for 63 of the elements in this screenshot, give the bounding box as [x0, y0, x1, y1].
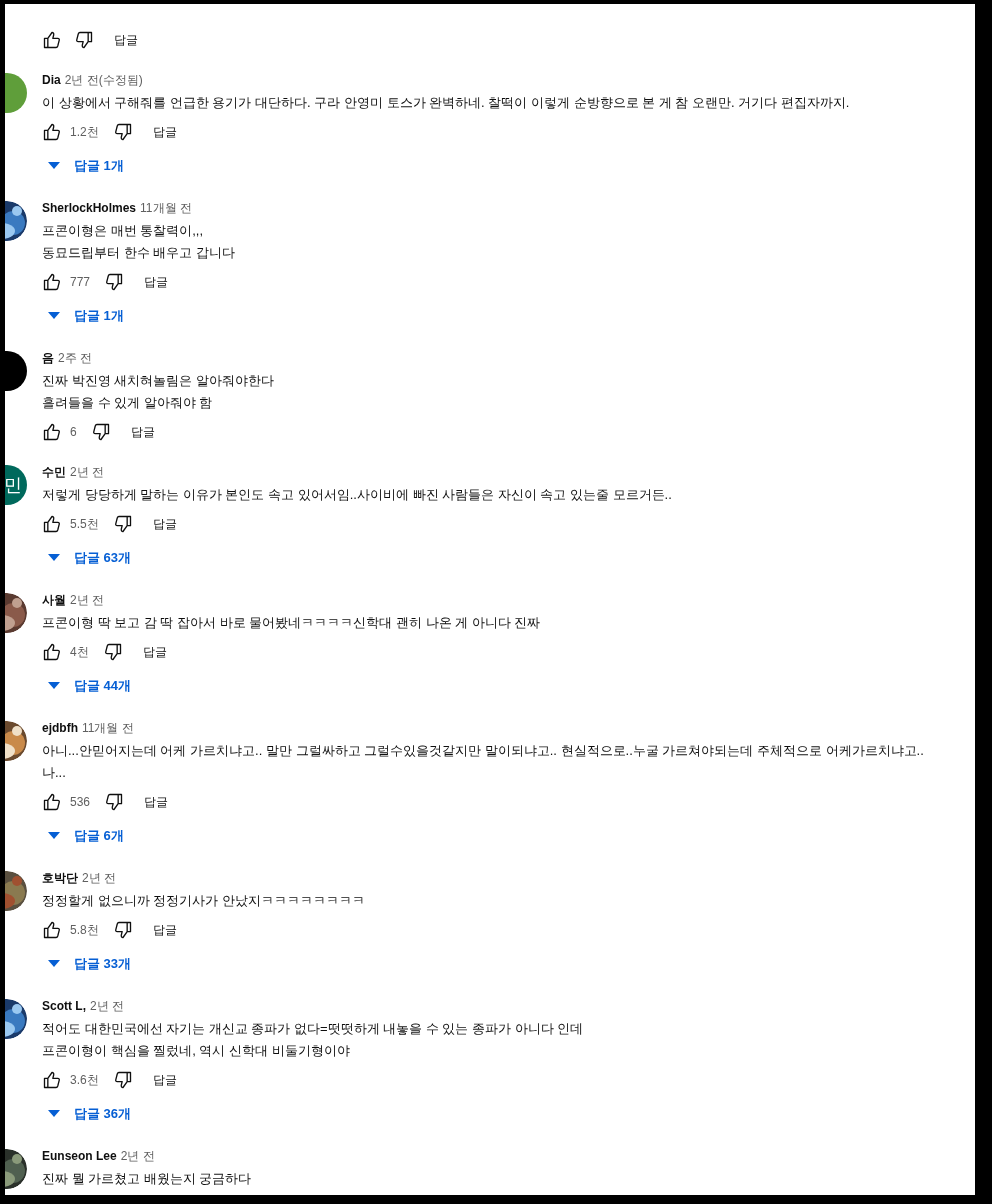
comment-text: 프콘이형 딱 보고 감 딱 잡아서 바로 물어봤네ㅋㅋㅋㅋ신학대 괜히 나온 게 아니다 진짜 [42, 614, 542, 632]
comment-time[interactable]: 2년 전(수정됨) [64, 71, 143, 89]
author-name[interactable]: 수민 [42, 463, 66, 481]
replies-toggle[interactable]: 답글 44개 [42, 673, 138, 699]
like-count: 3.6천 [70, 1071, 99, 1089]
comment-text: 프콘이형은 매번 통찰력이,,, [42, 222, 205, 240]
comment-text: 진짜 뭘 가르쳤고 배웠는지 궁금하다 [42, 1170, 253, 1188]
reply-button[interactable]: 답글 [142, 269, 171, 295]
comment-text: 아니...안믿어지는데 어케 가르치냐고.. 말만 그럴싸하고 그럴수있을것같지만 말이되냐고.. 현실적으로..누굴 가르쳐야되는데 주체적으로 어케가르치냐고.. [42, 742, 925, 760]
like-count: 5.5천 [70, 515, 99, 533]
reply-button[interactable]: 답글 [140, 639, 169, 665]
replies-toggle[interactable]: 답글 1개 [42, 303, 130, 329]
like-count: 4천 [70, 643, 89, 661]
author-name[interactable]: 사월 [42, 591, 66, 609]
replies-toggle[interactable]: 답글 6개 [42, 823, 130, 849]
reply-button[interactable]: 답글 [128, 419, 157, 445]
caret-icon [48, 832, 60, 840]
comment-time[interactable]: 2년 전 [90, 997, 124, 1015]
comment-text: 정정할게 없으니까 정정기사가 안났지ㅋㅋㅋㅋㅋㅋㅋㅋ [42, 892, 366, 910]
comment-text: 적어도 대한민국에선 자기는 개신교 종파가 없다=떳떳하게 내놓을 수 있는 종파가 아니다 인데 [42, 1020, 585, 1038]
replies-toggle[interactable]: 답글 1개 [42, 153, 130, 179]
replies-toggle[interactable]: 답글 33개 [42, 951, 138, 977]
like-count: 6 [70, 425, 77, 439]
comment-time[interactable]: 2년 전 [70, 591, 104, 609]
comment-text: 저렇게 당당하게 말하는 이유가 본인도 속고 있어서임..사이비에 빠진 사람들은 자신이 속고 있는줄 모르거든.. [42, 486, 673, 504]
author-name[interactable]: 호박단 [42, 869, 78, 887]
reply-button[interactable]: 답글 [150, 1067, 179, 1093]
reply-button[interactable]: 답글 [142, 789, 171, 815]
reply-button[interactable]: 답글 [150, 511, 179, 537]
comment-time[interactable]: 2년 전 [70, 463, 104, 481]
author-name[interactable]: ejdbfh [42, 719, 78, 737]
author-name[interactable]: Eunseon Lee [42, 1147, 117, 1165]
comment-text: 프콘이형이 핵심을 찔렀네, 역시 신학대 비둘기형이야 [42, 1042, 351, 1060]
comment-time[interactable]: 11개월 전 [82, 719, 134, 737]
comment-text: 이 상황에서 구해줘를 언급한 용기가 대단하다. 구라 안영미 토스가 완벽하네. 찰떡이 이렇게 순방향으로 본 게 참 오랜만. 거기다 편집자까지. [42, 94, 851, 112]
comment-text: 나... [42, 764, 67, 782]
comment-time[interactable]: 11개월 전 [140, 199, 192, 217]
comment-text: 진짜 박진영 새치혀놀림은 알아줘야한다 [42, 372, 275, 390]
comment-time[interactable]: 2주 전 [58, 349, 92, 367]
reply-button[interactable]: 답글 [150, 917, 179, 943]
avatar[interactable]: 민 [5, 465, 27, 505]
author-name[interactable]: Scott L, [42, 997, 86, 1015]
reply-button[interactable]: 답글 [150, 119, 179, 145]
caret-icon [48, 960, 60, 968]
comment-text: 흘려들을 수 있게 알아줘야 함 [42, 394, 214, 412]
caret-icon [48, 162, 60, 170]
replies-toggle[interactable]: 답글 36개 [42, 1101, 138, 1127]
like-count: 1.2천 [70, 123, 99, 141]
like-count: 777 [70, 275, 91, 289]
caret-icon [48, 682, 60, 690]
reply-button[interactable]: 답글 [112, 27, 140, 53]
comment-text: 동묘드립부터 한수 배우고 갑니다 [42, 244, 236, 262]
author-name[interactable]: Dia [42, 71, 61, 89]
caret-icon [48, 1110, 60, 1118]
author-name[interactable]: SherlockHolmes [42, 199, 137, 217]
replies-toggle[interactable]: 답글 63개 [42, 545, 138, 571]
author-name[interactable]: 음 [42, 349, 54, 367]
comment-time[interactable]: 2년 전 [82, 869, 116, 887]
like-count: 536 [70, 795, 91, 809]
like-count: 5.8천 [70, 921, 99, 939]
caret-icon [48, 312, 60, 320]
caret-icon [48, 554, 60, 562]
comment-time[interactable]: 2년 전 [120, 1147, 155, 1165]
